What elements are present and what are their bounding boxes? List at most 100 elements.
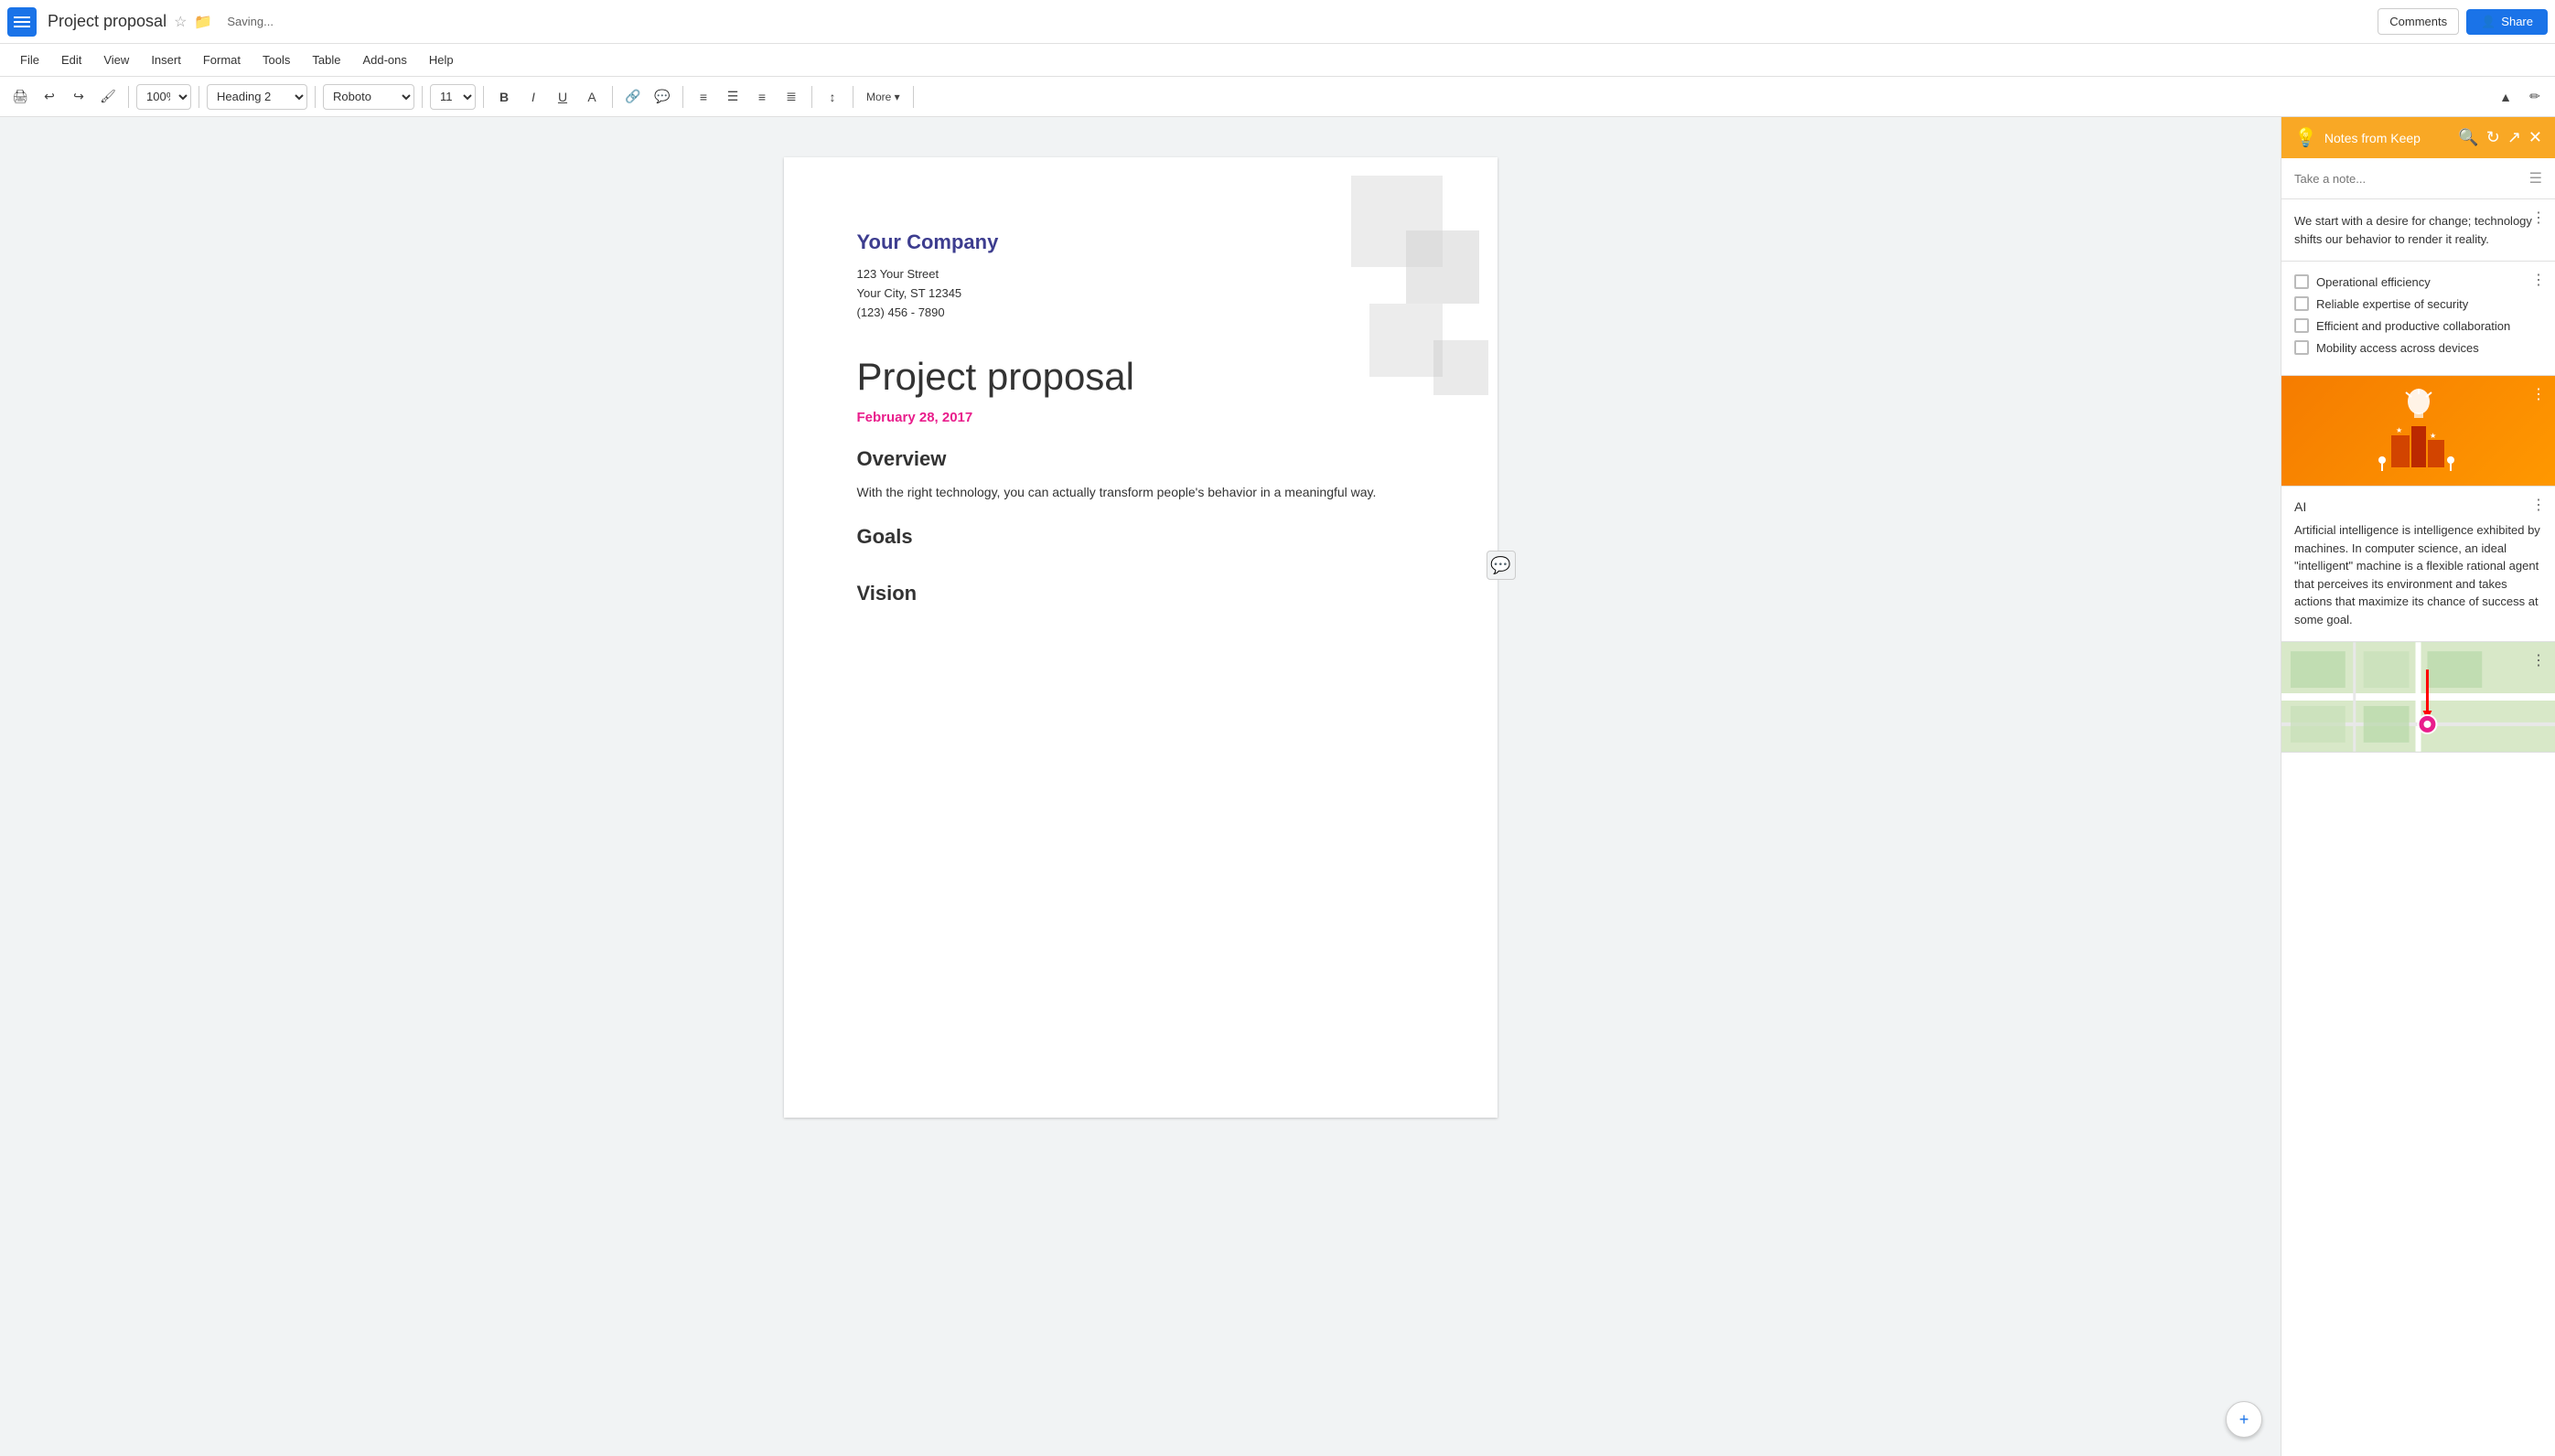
section-overview-text: With the right technology, you can actua… — [857, 482, 1424, 502]
checklist-item-0: Operational efficiency — [2294, 274, 2542, 289]
checklist-label-1: Reliable expertise of security — [2316, 297, 2468, 311]
checklist-item-3: Mobility access across devices — [2294, 340, 2542, 355]
menu-file[interactable]: File — [11, 49, 48, 70]
saving-status: Saving... — [227, 15, 274, 28]
document-page[interactable]: Your Company 123 Your Street Your City, … — [784, 157, 1498, 1118]
menu-edit[interactable]: Edit — [52, 49, 91, 70]
svg-text:★: ★ — [2396, 426, 2402, 434]
menu-format[interactable]: Format — [194, 49, 250, 70]
menu-table[interactable]: Table — [303, 49, 349, 70]
note-list-icon[interactable]: ☰ — [2529, 169, 2542, 187]
align-right-button[interactable]: ≡ — [749, 84, 775, 110]
image-card-menu[interactable]: ⋮ — [2531, 385, 2546, 403]
note-card-1: We start with a desire for change; techn… — [2281, 199, 2555, 262]
section-goals-heading: Goals — [857, 525, 1424, 549]
image-card-image: ★ ★ — [2281, 376, 2555, 486]
sidebar-header: 💡 Notes from Keep 🔍 ↻ ↗ ✕ — [2281, 117, 2555, 158]
checklist-checkbox-0[interactable] — [2294, 274, 2309, 289]
deco-square-2 — [1406, 230, 1479, 304]
share-icon: 👤 — [2481, 15, 2496, 29]
checklist-item-2: Efficient and productive collaboration — [2294, 318, 2542, 333]
deco-square-4 — [1433, 340, 1488, 395]
toolbar-separator-1 — [128, 86, 129, 108]
paint-format-button[interactable]: 🖌 — [95, 84, 121, 110]
font-select[interactable]: Roboto — [323, 84, 414, 110]
note-card-1-menu[interactable]: ⋮ — [2531, 209, 2546, 227]
toolbar-separator-8 — [811, 86, 812, 108]
map-card-menu[interactable]: ⋮ — [2531, 651, 2546, 669]
sidebar-close-icon[interactable]: ✕ — [2528, 128, 2542, 147]
justify-button[interactable]: ≣ — [778, 84, 804, 110]
print-button[interactable]: 🖨 — [7, 84, 33, 110]
city-illustration: ★ ★ — [2364, 385, 2474, 476]
app-menu-icon[interactable] — [7, 7, 37, 37]
bold-button[interactable]: B — [491, 84, 517, 110]
section-vision-heading: Vision — [857, 582, 1424, 605]
note-input[interactable] — [2294, 172, 2522, 186]
ai-note-card: AI Artificial intelligence is intelligen… — [2281, 487, 2555, 642]
toolbar-separator-10 — [913, 86, 914, 108]
font-size-select[interactable]: 11 — [430, 84, 476, 110]
more-button[interactable]: More ▾ — [861, 84, 906, 110]
menu-tools[interactable]: Tools — [253, 49, 299, 70]
zoom-select[interactable]: 100% — [136, 84, 191, 110]
style-select[interactable]: Heading 2 — [207, 84, 307, 110]
link-button[interactable]: 🔗 — [620, 84, 646, 110]
document-title: Project proposal — [48, 12, 166, 31]
keep-bulb-icon: 💡 — [2294, 126, 2317, 149]
deco-square-3 — [1369, 304, 1443, 377]
note-card-1-text: We start with a desire for change; techn… — [2294, 212, 2542, 248]
toolbar-separator-5 — [483, 86, 484, 108]
undo-button[interactable]: ↩ — [37, 84, 62, 110]
ai-note-text: Artificial intelligence is intelligence … — [2294, 521, 2542, 628]
menu-bar: File Edit View Insert Format Tools Table… — [0, 44, 2555, 77]
comments-button[interactable]: Comments — [2378, 8, 2459, 35]
top-bar: Project proposal ☆ 📁 Saving... Comments … — [0, 0, 2555, 44]
underline-button[interactable]: U — [550, 84, 575, 110]
menu-addons[interactable]: Add-ons — [353, 49, 415, 70]
map-svg — [2281, 642, 2555, 752]
section-overview-heading: Overview — [857, 447, 1424, 471]
comment-bubble[interactable]: 💬 — [1487, 551, 1516, 580]
map-image — [2281, 642, 2555, 752]
floating-add-button[interactable]: + — [2226, 1401, 2262, 1438]
italic-button[interactable]: I — [521, 84, 546, 110]
sidebar-title: Notes from Keep — [2324, 131, 2451, 145]
collapse-toolbar-button[interactable]: ▲ — [2493, 84, 2518, 110]
svg-text:★: ★ — [2430, 432, 2436, 440]
checklist-label-3: Mobility access across devices — [2316, 341, 2479, 355]
ai-note-title: AI — [2294, 499, 2542, 514]
checklist-item-1: Reliable expertise of security — [2294, 296, 2542, 311]
line-spacing-button[interactable]: ↕ — [820, 84, 845, 110]
sidebar-search-icon[interactable]: 🔍 — [2458, 128, 2478, 147]
align-left-button[interactable]: ≡ — [691, 84, 716, 110]
share-button[interactable]: 👤 Share — [2466, 9, 2548, 35]
ai-card-menu[interactable]: ⋮ — [2531, 496, 2546, 514]
checklist-label-0: Operational efficiency — [2316, 275, 2431, 289]
redo-button[interactable]: ↪ — [66, 84, 91, 110]
page-decoration — [1333, 157, 1498, 413]
checklist-label-2: Efficient and productive collaboration — [2316, 319, 2510, 333]
checklist-menu[interactable]: ⋮ — [2531, 271, 2546, 289]
folder-icon[interactable]: 📁 — [194, 13, 212, 31]
sidebar-open-icon[interactable]: ↗ — [2507, 128, 2521, 147]
menu-view[interactable]: View — [94, 49, 138, 70]
star-icon[interactable]: ☆ — [174, 13, 187, 31]
toolbar-separator-6 — [612, 86, 613, 108]
document-area: Your Company 123 Your Street Your City, … — [0, 117, 2281, 1456]
note-input-area: ☰ — [2281, 158, 2555, 199]
toolbar-separator-3 — [315, 86, 316, 108]
toolbar-separator-7 — [682, 86, 683, 108]
comment-button[interactable]: 💬 — [649, 84, 675, 110]
checklist-checkbox-1[interactable] — [2294, 296, 2309, 311]
menu-help[interactable]: Help — [420, 49, 463, 70]
menu-insert[interactable]: Insert — [142, 49, 190, 70]
checklist-checkbox-2[interactable] — [2294, 318, 2309, 333]
sidebar-refresh-icon[interactable]: ↻ — [2486, 128, 2500, 147]
edit-mode-button[interactable]: ✏ — [2522, 84, 2548, 110]
checklist-checkbox-3[interactable] — [2294, 340, 2309, 355]
image-card: ★ ★ ⋮ — [2281, 376, 2555, 487]
text-color-button[interactable]: A — [579, 84, 605, 110]
main-content: Your Company 123 Your Street Your City, … — [0, 117, 2555, 1456]
align-center-button[interactable]: ☰ — [720, 84, 746, 110]
